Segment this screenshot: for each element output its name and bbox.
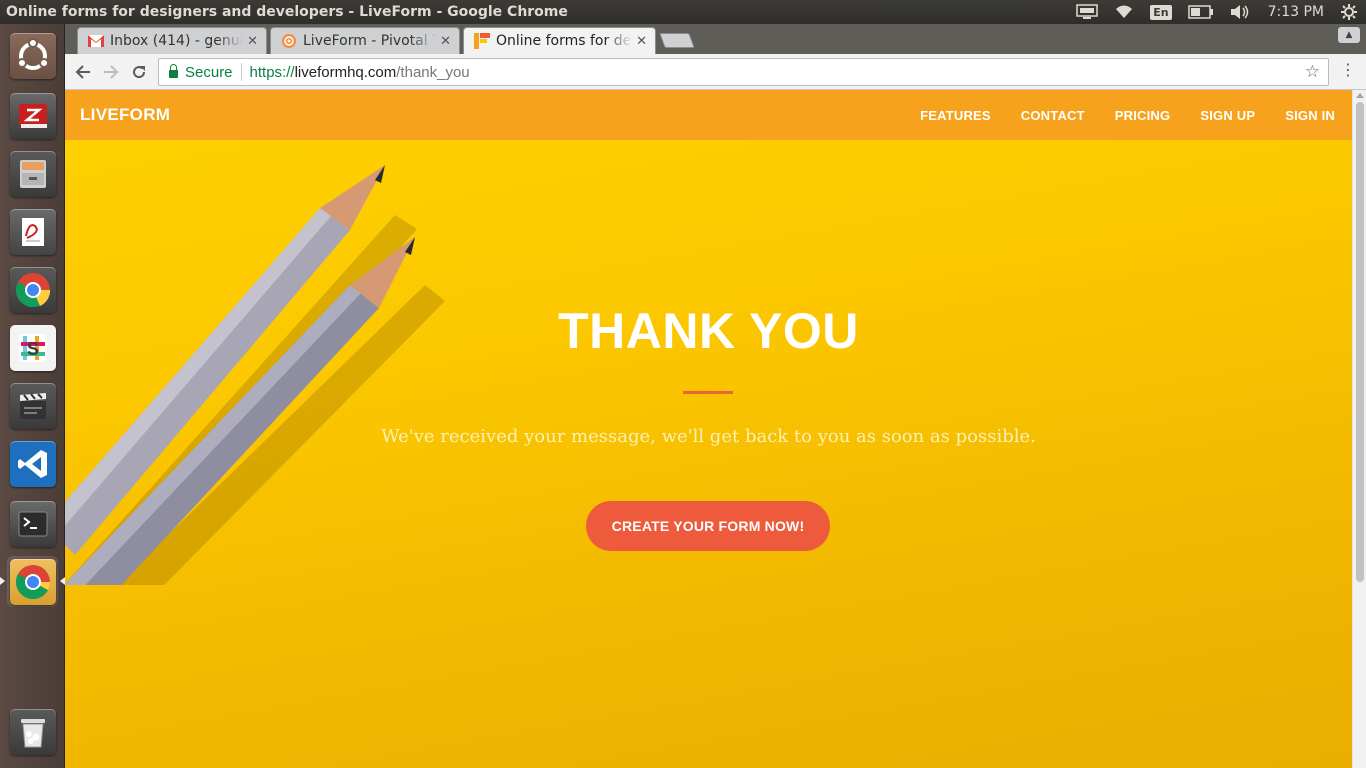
tab-title: LiveForm - Pivotal Tracker [303, 33, 436, 49]
hero-section: THANK YOU We've received your message, w… [65, 90, 1352, 768]
browser-toolbar: Secure https://liveformhq.com/thank_you … [65, 54, 1366, 90]
ubuntu-logo-icon[interactable] [7, 30, 58, 81]
new-tab-button[interactable] [659, 33, 695, 48]
gmail-icon [88, 35, 104, 47]
svg-text:S: S [26, 339, 38, 359]
liveform-icon [474, 33, 490, 49]
launcher: S [0, 24, 65, 768]
slack-icon[interactable]: S [7, 322, 58, 373]
chrome-icon[interactable] [7, 264, 58, 315]
page-scrollbar[interactable] [1352, 90, 1366, 768]
close-icon[interactable]: ✕ [440, 34, 451, 49]
keyboard-layout-label: En [1150, 4, 1172, 20]
file-cabinet-icon[interactable] [7, 148, 58, 199]
reload-icon[interactable] [127, 60, 151, 84]
create-form-button[interactable]: CREATE YOUR FORM NOW! [586, 501, 830, 551]
bookmark-star-icon[interactable]: ☆ [1305, 62, 1320, 82]
tab-pivotal[interactable]: LiveForm - Pivotal Tracker ✕ [270, 27, 460, 54]
keyboard-layout-indicator[interactable]: En [1142, 0, 1179, 24]
tab-liveform[interactable]: Online forms for designers ✕ [463, 27, 656, 54]
wifi-icon[interactable] [1106, 0, 1142, 24]
session-gear-icon[interactable] [1332, 0, 1366, 24]
window-title: Online forms for designers and developer… [6, 4, 568, 20]
display-indicator-icon[interactable] [1068, 0, 1106, 24]
pivotal-icon [282, 34, 296, 48]
trash-icon[interactable] [7, 706, 58, 757]
hero-subtitle: We've received your message, we'll get b… [381, 426, 1036, 447]
vscode-icon[interactable] [7, 438, 58, 489]
clock[interactable]: 7:13 PM [1260, 0, 1332, 24]
forward-icon[interactable] [99, 60, 123, 84]
url-host: liveformhq.com [294, 63, 397, 81]
scrollbar-thumb[interactable] [1356, 102, 1364, 582]
title-divider [683, 391, 733, 394]
clapperboard-icon[interactable] [7, 380, 58, 431]
lock-icon [169, 64, 178, 78]
tab-title: Online forms for designers [496, 33, 632, 49]
close-icon[interactable]: ✕ [247, 34, 258, 49]
volume-icon[interactable] [1222, 0, 1260, 24]
scroll-up-icon[interactable] [1356, 93, 1364, 98]
user-profile-icon[interactable]: ▲ [1338, 27, 1360, 43]
document-icon[interactable] [7, 206, 58, 257]
top-panel: Online forms for designers and developer… [0, 0, 1366, 24]
page-title: THANK YOU [558, 303, 859, 359]
battery-icon[interactable] [1180, 0, 1222, 24]
tab-gmail[interactable]: Inbox (414) - genuine ✕ [77, 27, 267, 54]
book-icon[interactable] [7, 90, 58, 141]
indicator-area: En 7:13 PM [1068, 0, 1366, 24]
chrome-icon[interactable] [0, 556, 65, 607]
address-bar[interactable]: Secure https://liveformhq.com/thank_you … [158, 58, 1329, 86]
running-indicator [0, 577, 5, 585]
page-viewport: LIVEFORM FEATURES CONTACT PRICING SIGN U… [65, 90, 1352, 768]
back-icon[interactable] [71, 60, 95, 84]
menu-icon[interactable]: ⋮ [1340, 62, 1356, 78]
url-scheme: https:// [249, 63, 295, 81]
url-path: /thank_you [396, 63, 470, 81]
terminal-icon[interactable] [7, 498, 58, 549]
browser-window: Inbox (414) - genuine ✕ LiveForm - Pivot… [65, 24, 1366, 768]
tab-strip: Inbox (414) - genuine ✕ LiveForm - Pivot… [65, 24, 1366, 54]
secure-label: Secure [185, 63, 233, 81]
tab-title: Inbox (414) - genuine [110, 33, 244, 49]
close-icon[interactable]: ✕ [636, 34, 647, 49]
